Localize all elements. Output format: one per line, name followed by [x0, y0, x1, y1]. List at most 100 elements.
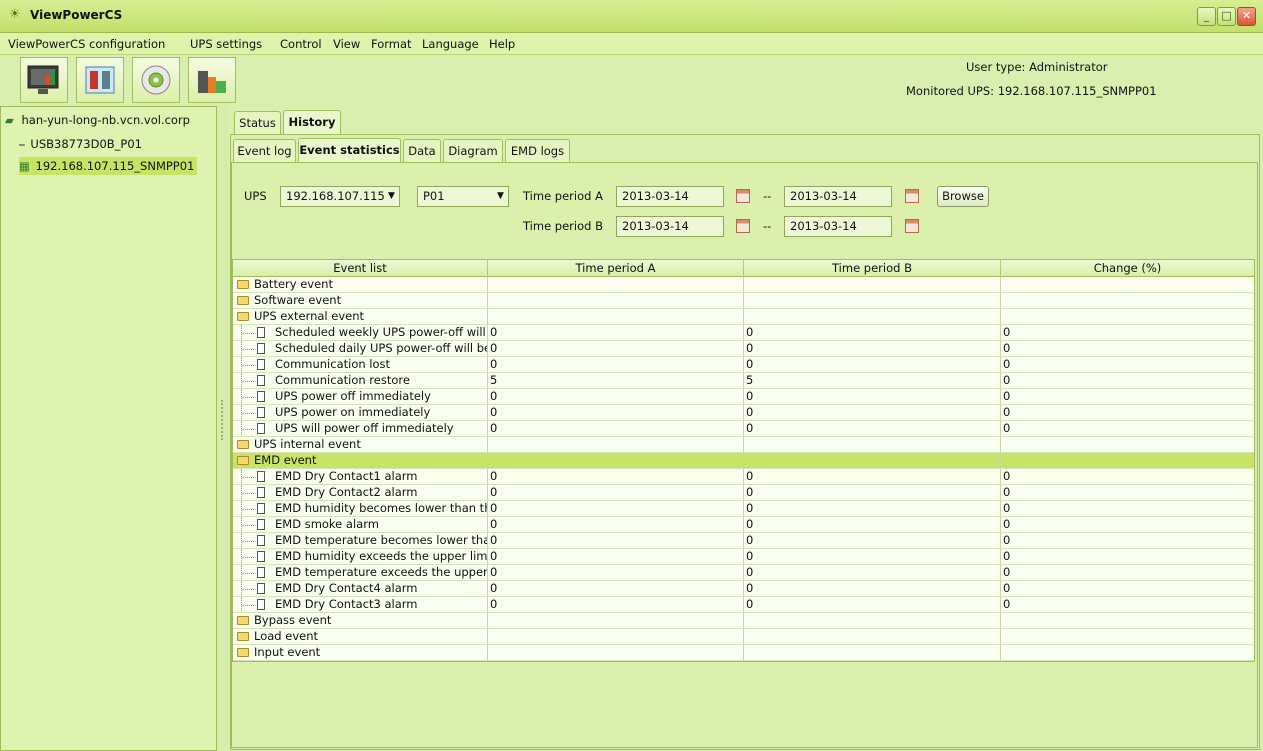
- period-b-label: Time period B: [523, 219, 603, 233]
- event-item-icon: [257, 535, 265, 546]
- table-row-group[interactable]: Bypass event: [233, 613, 1254, 629]
- cell-event-name: EMD event: [233, 453, 488, 468]
- tab-data[interactable]: Data: [403, 139, 441, 163]
- cell-event-name: EMD Dry Contact2 alarm: [233, 485, 488, 500]
- event-group-label: Load event: [254, 629, 318, 643]
- table-row-group[interactable]: UPS internal event: [233, 437, 1254, 453]
- table-row[interactable]: EMD smoke alarm 0 0 0: [233, 517, 1254, 533]
- cell-change: 0: [1003, 405, 1011, 419]
- configuration-button[interactable]: [76, 57, 124, 103]
- tab-status[interactable]: Status: [234, 111, 281, 135]
- table-row[interactable]: Communication lost 0 0 0: [233, 357, 1254, 373]
- menu-language[interactable]: Language: [422, 37, 479, 51]
- browse-button[interactable]: Browse: [937, 186, 989, 207]
- table-row[interactable]: EMD Dry Contact1 alarm 0 0 0: [233, 469, 1254, 485]
- menu-viewpowercs-configuration[interactable]: ViewPowerCS configuration: [8, 37, 165, 51]
- buildings-button[interactable]: [188, 57, 236, 103]
- table-row-group[interactable]: UPS external event: [233, 309, 1254, 325]
- minimize-button[interactable]: _: [1197, 7, 1216, 26]
- period-b-to-field[interactable]: 2013-03-14: [784, 216, 892, 237]
- folder-icon[interactable]: [237, 648, 249, 657]
- table-row[interactable]: EMD humidity becomes lower than the 0 0 0: [233, 501, 1254, 517]
- table-row[interactable]: EMD humidity exceeds the upper limit 0 0 0: [233, 549, 1254, 565]
- monitor-button[interactable]: [20, 57, 68, 103]
- table-row[interactable]: Communication restore 5 5 0: [233, 373, 1254, 389]
- period-a-label: Time period A: [523, 189, 603, 203]
- splitter-grip[interactable]: [221, 400, 223, 440]
- cell-period-a: 5: [488, 373, 744, 388]
- cell-period-a: [488, 645, 744, 660]
- event-item-label: EMD Dry Contact1 alarm: [275, 469, 418, 483]
- column-time-period-a[interactable]: Time period A: [488, 260, 744, 277]
- table-row[interactable]: Scheduled weekly UPS power-off will b000: [233, 325, 1254, 341]
- table-row-group[interactable]: Software event: [233, 293, 1254, 309]
- folder-icon[interactable]: [237, 456, 249, 465]
- settings-button[interactable]: [132, 57, 180, 103]
- folder-icon[interactable]: [237, 632, 249, 641]
- user-type-label: User type:: [966, 60, 1026, 74]
- folder-icon[interactable]: [237, 296, 249, 305]
- table-row[interactable]: EMD Dry Contact3 alarm 0 0 0: [233, 597, 1254, 613]
- close-button[interactable]: ✕: [1237, 7, 1256, 26]
- gear-disc-icon: [141, 65, 171, 95]
- port-select[interactable]: P01 ▼: [417, 186, 509, 207]
- menu-format[interactable]: Format: [371, 37, 412, 51]
- calendar-icon[interactable]: [736, 219, 750, 233]
- chevron-down-icon[interactable]: ▼: [493, 187, 508, 206]
- maximize-button[interactable]: □: [1217, 7, 1236, 26]
- table-row[interactable]: EMD Dry Contact4 alarm 0 0 0: [233, 581, 1254, 597]
- tab-emd-logs[interactable]: EMD logs: [505, 139, 570, 163]
- folder-icon[interactable]: [237, 440, 249, 449]
- table-row[interactable]: EMD Dry Contact2 alarm 0 0 0: [233, 485, 1254, 501]
- tree-node-snmp-ups[interactable]: ▦ 192.168.107.115_SNMPP01: [19, 157, 198, 175]
- tab-history[interactable]: History: [283, 110, 341, 135]
- table-row-group[interactable]: EMD event: [233, 453, 1254, 469]
- tab-event-statistics[interactable]: Event statistics: [298, 138, 401, 163]
- menu-control[interactable]: Control: [280, 37, 322, 51]
- cell-period-a: 0: [488, 549, 744, 564]
- cell-period-b: 0: [744, 501, 1001, 516]
- event-item-icon: [257, 551, 265, 562]
- chevron-down-icon[interactable]: ▼: [384, 187, 399, 206]
- table-row-group[interactable]: Battery event: [233, 277, 1254, 293]
- calendar-icon[interactable]: [736, 189, 750, 203]
- event-group-label: EMD event: [254, 453, 317, 467]
- folder-icon[interactable]: [237, 312, 249, 321]
- folder-icon[interactable]: [237, 280, 249, 289]
- menu-ups-settings[interactable]: UPS settings: [190, 37, 262, 51]
- folder-icon[interactable]: [237, 616, 249, 625]
- table-row-group[interactable]: Load event: [233, 629, 1254, 645]
- table-row[interactable]: Scheduled daily UPS power-off will be (0…: [233, 341, 1254, 357]
- period-b-from-field[interactable]: 2013-03-14: [616, 216, 724, 237]
- calendar-icon[interactable]: [905, 189, 919, 203]
- tree-node-root[interactable]: ▰ han-yun-long-nb.vcn.vol.corp: [5, 111, 190, 129]
- column-time-period-b[interactable]: Time period B: [744, 260, 1001, 277]
- column-event-list[interactable]: Event list: [233, 260, 488, 277]
- event-item-icon: [257, 567, 265, 578]
- column-change[interactable]: Change (%): [1001, 260, 1254, 277]
- table-row-group[interactable]: Input event: [233, 645, 1254, 661]
- tab-diagram[interactable]: Diagram: [443, 139, 503, 163]
- ups-select[interactable]: 192.168.107.115 ▼: [280, 186, 400, 207]
- event-group-label: Battery event: [254, 277, 333, 291]
- cell-period-b: 0: [744, 469, 1001, 484]
- tab-event-log[interactable]: Event log: [233, 139, 296, 163]
- table-row[interactable]: EMD temperature exceeds the upper lir 0 0 0: [233, 565, 1254, 581]
- table-row[interactable]: UPS power on immediately 0 0 0: [233, 405, 1254, 421]
- menu-view[interactable]: View: [333, 37, 360, 51]
- calendar-icon[interactable]: [905, 219, 919, 233]
- tree-node-usb-ups[interactable]: ⎯ USB38773D0B_P01: [19, 135, 142, 153]
- table-row[interactable]: EMD temperature becomes lower than 0 0 0: [233, 533, 1254, 549]
- cell-period-a: [488, 629, 744, 644]
- period-a-from-field[interactable]: 2013-03-14: [616, 186, 724, 207]
- period-a-to-field[interactable]: 2013-03-14: [784, 186, 892, 207]
- tree-connector: [242, 429, 256, 430]
- menu-help[interactable]: Help: [489, 37, 515, 51]
- cell-event-name: Bypass event: [233, 613, 488, 628]
- cell-period-b: [744, 629, 1001, 644]
- cell-period-b: 0: [744, 357, 1001, 372]
- event-item-label: Communication lost: [275, 357, 391, 371]
- event-item-label: EMD Dry Contact2 alarm: [275, 485, 418, 499]
- table-row[interactable]: UPS power off immediately 0 0 0: [233, 389, 1254, 405]
- table-row[interactable]: UPS will power off immediately 0 0 0: [233, 421, 1254, 437]
